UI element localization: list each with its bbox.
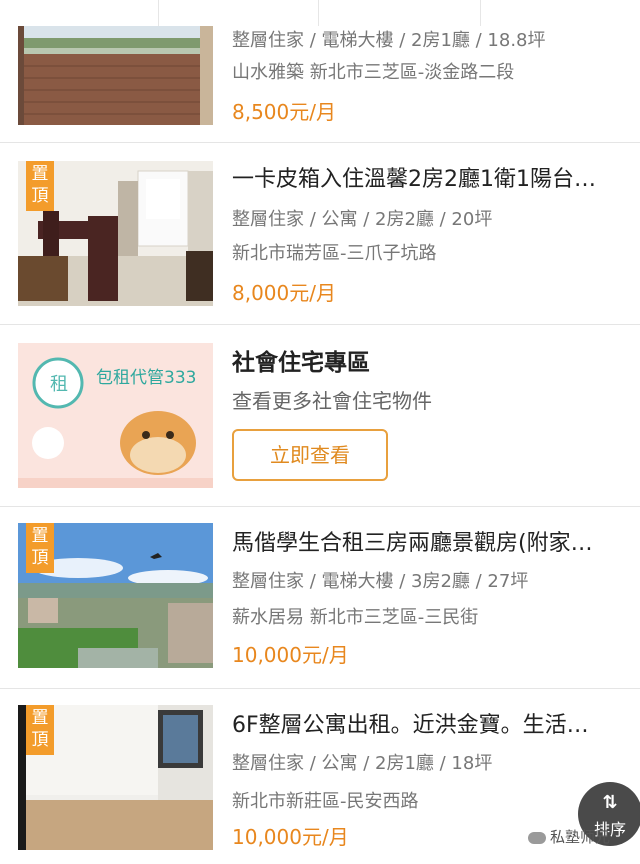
watermark: 私塾师兄 xyxy=(528,826,610,847)
promo-banner[interactable]: 租 包租代管333 xyxy=(18,343,213,488)
listing-photo: 置頂 xyxy=(18,523,213,668)
listing-photo: 置頂 xyxy=(18,161,213,306)
listing-card[interactable]: 置頂 一卡皮箱入住溫馨2房2廳1衛1陽台… 整層住家 / 公寓 / 2房2廳 /… xyxy=(0,143,640,325)
listing-location: 山水雅築 新北市三芝區-淡金路二段 xyxy=(232,62,515,83)
promo-title: 社會住宅專區 xyxy=(232,350,370,376)
filter-tab[interactable] xyxy=(0,0,159,26)
sort-arrows-icon: ⇅ xyxy=(602,792,618,813)
filter-tab[interactable] xyxy=(318,0,481,26)
promo-subtitle: 查看更多社會住宅物件 xyxy=(232,389,432,413)
filter-bar xyxy=(0,0,640,27)
listing-price: 8,500元/月 xyxy=(232,100,336,124)
listing-meta: 整層住家 / 電梯大樓 / 3房2廳 / 27坪 xyxy=(232,571,529,592)
listing-meta: 整層住家 / 電梯大樓 / 2房1廳 / 18.8坪 xyxy=(232,30,546,51)
listing-location: 新北市新莊區-民安西路 xyxy=(232,791,419,812)
listing-title[interactable]: 6F整層公寓出租。近洪金寶。生活… xyxy=(232,707,632,739)
listing-title[interactable]: 馬偕學生合租三房兩廳景觀房(附家… xyxy=(232,525,632,557)
filter-tab[interactable] xyxy=(158,0,319,26)
listing-meta: 整層住家 / 公寓 / 2房1廳 / 18坪 xyxy=(232,753,493,774)
listing-card[interactable]: 整層住家 / 電梯大樓 / 2房1廳 / 18.8坪 山水雅築 新北市三芝區-淡… xyxy=(0,26,640,143)
svg-text:租: 租 xyxy=(50,374,68,395)
social-housing-promo: 租 包租代管333 社會住宅專區 查看更多社會住宅物件 立即查看 xyxy=(0,325,640,507)
wechat-icon xyxy=(528,831,546,844)
promo-banner-text: 包租代管333 xyxy=(96,368,196,388)
listing-photo: 置頂 xyxy=(18,705,213,850)
listing-location: 新北市瑞芳區-三爪子坑路 xyxy=(232,243,437,264)
pinned-badge: 置頂 xyxy=(26,705,54,755)
listing-meta: 整層住家 / 公寓 / 2房2廳 / 20坪 xyxy=(232,209,493,230)
view-now-button[interactable]: 立即查看 xyxy=(232,429,388,481)
rental-list-page: 整層住家 / 電梯大樓 / 2房1廳 / 18.8坪 山水雅築 新北市三芝區-淡… xyxy=(0,0,640,864)
listing-price: 8,000元/月 xyxy=(232,281,336,305)
listing-price: 10,000元/月 xyxy=(232,643,349,667)
pinned-badge: 置頂 xyxy=(26,161,54,211)
listing-location: 薪水居易 新北市三芝區-三民街 xyxy=(232,607,479,628)
sort-button[interactable]: ⇅ 排序 xyxy=(578,776,640,860)
listing-card[interactable]: 置頂 馬偕學生合租三房兩廳景觀房(附家… 整層住家 / 電梯大樓 / 3房2廳 … xyxy=(0,507,640,689)
listing-photo xyxy=(18,26,213,125)
listing-price: 10,000元/月 xyxy=(232,825,349,849)
watermark-text: 私塾师兄 xyxy=(550,828,611,846)
filter-tab[interactable] xyxy=(480,0,640,26)
listing-title[interactable]: 一卡皮箱入住溫馨2房2廳1衛1陽台… xyxy=(232,161,632,193)
pinned-badge: 置頂 xyxy=(26,523,54,573)
